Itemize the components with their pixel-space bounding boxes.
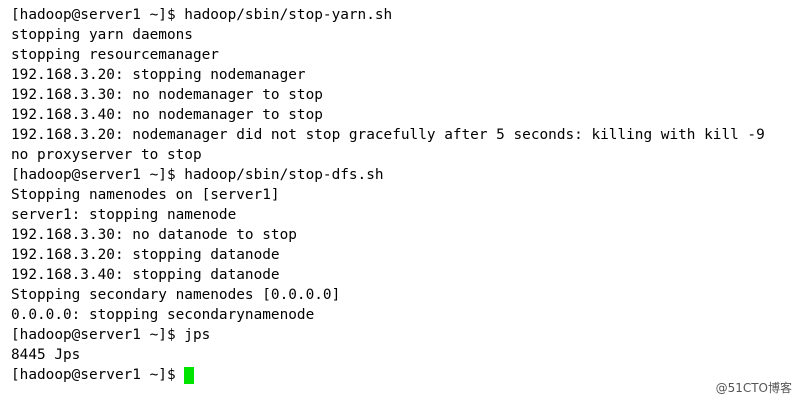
terminal-cursor[interactable] <box>183 366 194 384</box>
terminal-line: [hadoop@server1 ~]$ hadoop/sbin/stop-dfs… <box>11 167 384 183</box>
terminal-line: stopping resourcemanager <box>11 47 219 63</box>
terminal-line: Stopping secondary namenodes [0.0.0.0] <box>11 287 341 303</box>
terminal-line: 192.168.3.20: stopping datanode <box>11 247 280 263</box>
terminal-line: 192.168.3.30: no datanode to stop <box>11 227 297 243</box>
terminal-line: 0.0.0.0: stopping secondarynamenode <box>11 307 315 323</box>
terminal-line: stopping yarn daemons <box>11 27 193 43</box>
terminal-input-line[interactable]: [hadoop@server1 ~]$ <box>11 365 800 385</box>
terminal-line: 192.168.3.20: nodemanager did not stop g… <box>11 127 765 143</box>
terminal-line: [hadoop@server1 ~]$ hadoop/sbin/stop-yar… <box>11 7 393 23</box>
watermark: @51CTO博客 <box>715 381 792 395</box>
terminal-line: 192.168.3.30: no nodemanager to stop <box>11 87 323 103</box>
terminal-prompt: [hadoop@server1 ~]$ <box>11 367 176 383</box>
terminal-line: 192.168.3.20: stopping nodemanager <box>11 67 306 83</box>
terminal-line: [hadoop@server1 ~]$ jps <box>11 327 211 343</box>
terminal-line: 192.168.3.40: no nodemanager to stop <box>11 107 323 123</box>
terminal-line: server1: stopping namenode <box>11 207 237 223</box>
terminal-line: 8445 Jps <box>11 347 81 363</box>
terminal-line: 192.168.3.40: stopping datanode <box>11 267 280 283</box>
terminal-window[interactable]: [hadoop@server1 ~]$ hadoop/sbin/stop-yar… <box>0 0 800 407</box>
terminal-line: Stopping namenodes on [server1] <box>11 187 280 203</box>
terminal-line: no proxyserver to stop <box>11 147 202 163</box>
